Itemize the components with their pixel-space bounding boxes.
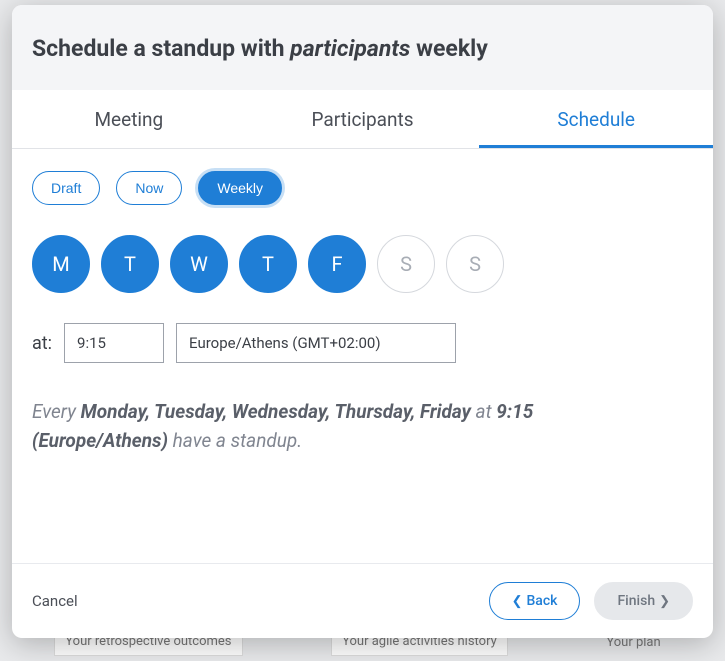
modal-header: Schedule a standup with participants wee… [12, 5, 713, 90]
day-friday[interactable]: F [308, 235, 366, 293]
time-label: at: [32, 333, 52, 354]
mode-pills: Draft Now Weekly [32, 171, 693, 205]
title-text: weekly [410, 35, 487, 62]
back-button[interactable]: ❮ Back [489, 582, 581, 620]
schedule-summary: Every Monday, Tuesday, Wednesday, Thursd… [32, 397, 652, 456]
schedule-modal: Schedule a standup with participants wee… [12, 5, 713, 638]
timezone-input[interactable] [176, 323, 456, 363]
title-text: Schedule a standup with [32, 35, 290, 62]
mode-weekly[interactable]: Weekly [198, 171, 282, 205]
time-input[interactable] [64, 323, 164, 363]
modal-body: Draft Now Weekly M T W T F S S at: Every… [12, 149, 713, 563]
summary-text: Every [32, 400, 81, 423]
mode-now[interactable]: Now [116, 171, 182, 205]
title-participants: participants [290, 35, 410, 62]
summary-text: have a standup. [168, 429, 302, 452]
tab-participants[interactable]: Participants [246, 90, 480, 148]
tab-meeting[interactable]: Meeting [12, 90, 246, 148]
chevron-left-icon: ❮ [512, 595, 523, 608]
day-thursday[interactable]: T [239, 235, 297, 293]
chevron-right-icon: ❯ [659, 595, 670, 608]
day-tuesday[interactable]: T [101, 235, 159, 293]
modal-title: Schedule a standup with participants wee… [32, 35, 693, 62]
finish-label: Finish [617, 593, 655, 609]
day-sunday[interactable]: S [446, 235, 504, 293]
day-picker: M T W T F S S [32, 235, 693, 293]
modal-footer: Cancel ❮ Back Finish ❯ [12, 563, 713, 638]
day-saturday[interactable]: S [377, 235, 435, 293]
finish-button[interactable]: Finish ❯ [594, 582, 693, 620]
summary-text: at [471, 400, 496, 423]
day-monday[interactable]: M [32, 235, 90, 293]
day-wednesday[interactable]: W [170, 235, 228, 293]
tab-bar: Meeting Participants Schedule [12, 90, 713, 149]
summary-days: Monday, Tuesday, Wednesday, Thursday, Fr… [81, 400, 471, 423]
back-label: Back [526, 593, 557, 609]
mode-draft[interactable]: Draft [32, 171, 100, 205]
tab-schedule[interactable]: Schedule [479, 90, 713, 148]
cancel-button[interactable]: Cancel [32, 592, 78, 610]
time-row: at: [32, 323, 693, 363]
